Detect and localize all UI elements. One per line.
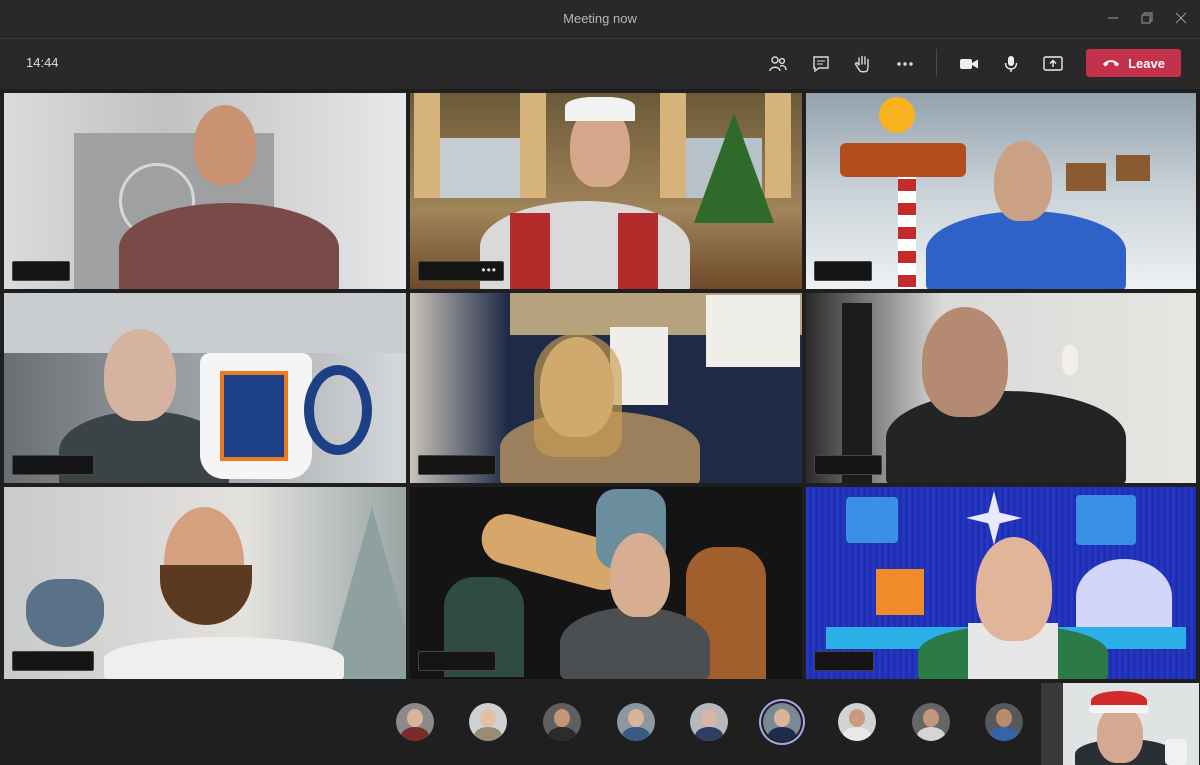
participant-avatar-active[interactable] — [763, 703, 801, 741]
video-tile-1[interactable] — [4, 93, 406, 289]
self-view-video[interactable] — [1041, 683, 1199, 765]
video-tile-3[interactable] — [806, 93, 1196, 289]
video-tile-4[interactable] — [4, 293, 406, 483]
participant-name-redacted: ••• — [418, 261, 504, 281]
chat-icon — [813, 56, 829, 73]
video-tile-9[interactable] — [806, 487, 1196, 679]
restore-button[interactable] — [1137, 8, 1157, 28]
meeting-time: 14:44 — [26, 55, 59, 70]
microphone-icon — [1004, 56, 1018, 72]
raise-hand-button[interactable] — [851, 52, 875, 76]
raise-hand-icon — [854, 55, 869, 73]
participant-avatar[interactable] — [838, 703, 876, 741]
participant-name-redacted — [12, 651, 94, 671]
participant-avatar[interactable] — [985, 703, 1023, 741]
participant-avatar[interactable] — [543, 703, 581, 741]
window-title: Meeting now — [563, 11, 637, 26]
participant-name-redacted — [418, 651, 496, 671]
more-icon — [897, 62, 913, 66]
restore-icon — [1141, 12, 1153, 24]
share-screen-icon — [1043, 56, 1063, 71]
participants-icon — [769, 56, 787, 72]
video-tile-2[interactable]: ••• — [410, 93, 802, 289]
participant-avatar[interactable] — [396, 703, 434, 741]
share-screen-button[interactable] — [1041, 52, 1065, 76]
toolbar-divider — [936, 49, 937, 77]
video-grid: ••• — [4, 93, 1196, 679]
camera-icon — [960, 59, 978, 69]
hang-up-icon — [1103, 60, 1120, 67]
chat-button[interactable] — [809, 52, 833, 76]
participant-name-redacted — [12, 261, 70, 281]
minimize-button[interactable] — [1103, 8, 1123, 28]
participant-name-redacted — [418, 455, 496, 475]
leave-label: Leave — [1128, 55, 1165, 71]
participant-name-redacted — [814, 651, 874, 671]
participant-avatar[interactable] — [690, 703, 728, 741]
participants-strip — [0, 681, 1200, 765]
video-tile-5[interactable] — [410, 293, 802, 483]
video-tile-6[interactable] — [806, 293, 1196, 483]
participants-button[interactable] — [766, 52, 790, 76]
camera-button[interactable] — [957, 52, 981, 76]
more-actions-button[interactable] — [893, 52, 917, 76]
window-titlebar: Meeting now — [0, 0, 1200, 39]
participant-name-redacted — [12, 455, 94, 475]
minimize-icon — [1108, 17, 1118, 19]
participant-name-redacted — [814, 261, 872, 281]
close-icon — [1175, 12, 1187, 24]
video-tile-7[interactable] — [4, 487, 406, 679]
meeting-toolbar: 14:44 Leave — [0, 39, 1200, 89]
close-button[interactable] — [1171, 8, 1191, 28]
participant-avatar[interactable] — [617, 703, 655, 741]
microphone-button[interactable] — [999, 52, 1023, 76]
video-tile-8[interactable] — [410, 487, 802, 679]
participant-avatar[interactable] — [469, 703, 507, 741]
more-options-icon[interactable]: ••• — [481, 263, 497, 277]
participant-avatar[interactable] — [912, 703, 950, 741]
participant-name-redacted — [814, 455, 882, 475]
leave-button[interactable]: Leave — [1086, 49, 1181, 77]
